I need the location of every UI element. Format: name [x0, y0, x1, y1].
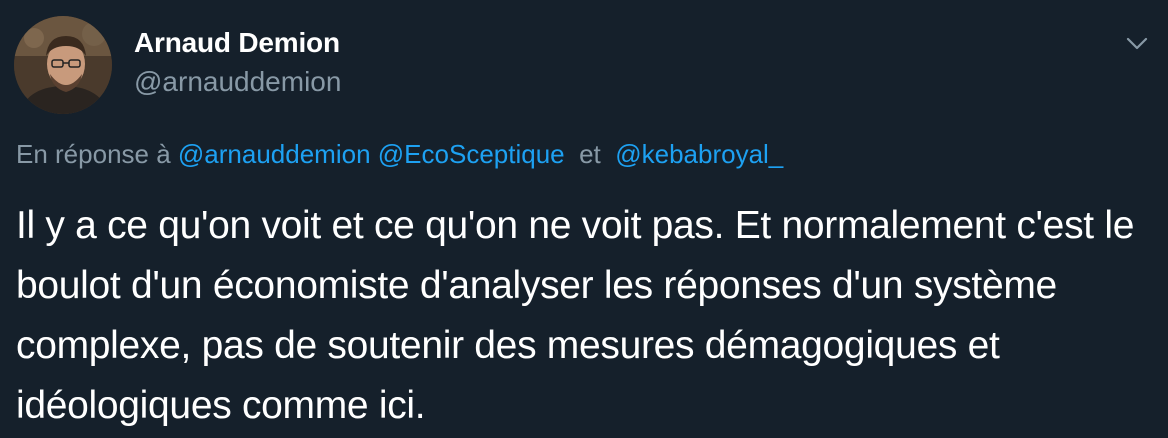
reply-prefix: En réponse à: [16, 139, 171, 169]
avatar-image: [14, 16, 112, 114]
author-name[interactable]: Arnaud Demion: [134, 27, 340, 59]
reply-connector: et: [579, 139, 601, 169]
mention-link[interactable]: @EcoSceptique: [378, 139, 565, 169]
tweet-card: Arnaud Demion @arnauddemion En réponse à…: [0, 0, 1168, 438]
avatar[interactable]: [14, 16, 112, 114]
tweet-text: Il y a ce qu'on voit et ce qu'on ne voit…: [16, 204, 1135, 427]
chevron-down-icon[interactable]: [1124, 30, 1150, 56]
mention-link[interactable]: @arnauddemion: [178, 139, 371, 169]
reply-context: En réponse à @arnauddemion @EcoSceptique…: [16, 139, 783, 170]
mention-link[interactable]: @kebabroyal_: [615, 139, 783, 169]
author-handle[interactable]: @arnauddemion: [134, 66, 341, 98]
